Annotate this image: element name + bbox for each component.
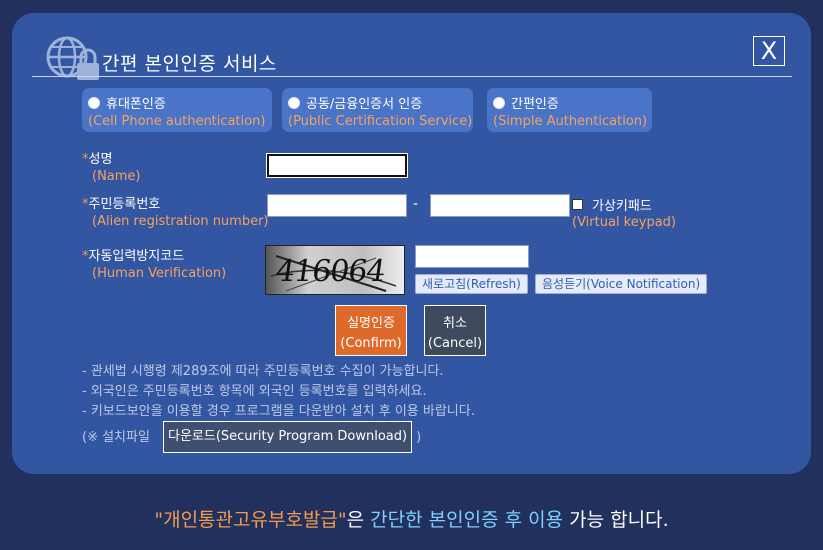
close-button[interactable]: X: [753, 36, 785, 66]
rrn-separator: -: [413, 196, 419, 212]
title-divider: [32, 76, 792, 77]
cancel-sublabel: (Cancel): [427, 336, 483, 351]
captcha-label-text: 자동입력방지코드: [88, 249, 185, 264]
note-item: - 관세법 시행령 제289조에 따라 주민등록번호 수집이 가능합니다.: [82, 364, 444, 379]
globe-lock-icon: [46, 36, 99, 80]
option-sublabel: (Simple Authentication): [493, 114, 648, 129]
rrn-label-text: 주민등록번호: [88, 197, 161, 212]
name-sublabel: (Name): [92, 169, 141, 184]
option-public-certificate[interactable]: 공동/금융인증서 인증 (Public Certification Servic…: [282, 88, 473, 132]
confirm-button[interactable]: 실명인증 (Confirm): [335, 305, 407, 356]
voice-button[interactable]: 음성듣기(Voice Notification): [535, 274, 708, 294]
modal-title: 간편 본인인증 서비스: [102, 53, 277, 75]
name-input[interactable]: [267, 154, 407, 177]
name-label: *성명 (Name): [82, 148, 141, 184]
option-label: 간편인증: [511, 97, 559, 112]
download-prefix: (※ 설치파일: [82, 430, 150, 445]
captcha-input[interactable]: [415, 245, 529, 268]
captcha-text: 416064: [273, 254, 387, 289]
bottom-text-end: 가능 합니다.: [563, 509, 669, 531]
service-name: "개인통관고유부호발급": [154, 509, 347, 531]
option-label: 공동/금융인증서 인증: [306, 97, 423, 112]
bottom-text: 은: [346, 509, 371, 531]
checkbox-icon[interactable]: [572, 199, 583, 210]
rrn-label: *주민등록번호 (Alien registration number): [82, 193, 269, 229]
virtual-keypad-sublabel: (Virtual keypad): [572, 215, 676, 230]
note-item: - 외국인은 주민등록번호 항목에 외국인 등록번호를 입력하세요.: [82, 384, 427, 399]
option-simple-auth[interactable]: 간편인증 (Simple Authentication): [487, 88, 652, 132]
download-suffix: ): [416, 430, 422, 445]
captcha-label: *자동입력방지코드 (Human Verification): [82, 245, 226, 281]
rrn-front-input[interactable]: [267, 194, 407, 217]
bottom-highlight: 간단한 본인인증 후 이용: [370, 509, 564, 531]
option-sublabel: (Public Certification Service): [288, 114, 473, 129]
auth-modal: 간편 본인인증 서비스 X 휴대폰인증 (Cell Phone authenti…: [12, 13, 811, 474]
cancel-button[interactable]: 취소 (Cancel): [424, 305, 486, 356]
radio-icon[interactable]: [88, 96, 100, 109]
captcha-image: 416064: [265, 245, 405, 295]
rrn-back-input[interactable]: [430, 194, 570, 217]
rrn-sublabel: (Alien registration number): [92, 214, 269, 229]
name-label-text: 성명: [88, 152, 113, 167]
virtual-keypad-label[interactable]: 가상키패드: [592, 195, 652, 214]
radio-icon[interactable]: [493, 96, 505, 109]
captcha-sublabel: (Human Verification): [92, 266, 227, 281]
note-item: - 키보드보안을 이용할 경우 프로그램을 다운받아 설치 후 이용 바랍니다.: [82, 404, 475, 419]
refresh-button[interactable]: 새로고침(Refresh): [415, 274, 528, 294]
radio-icon[interactable]: [288, 96, 300, 109]
confirm-label: 실명인증: [347, 316, 395, 331]
option-label: 휴대폰인증: [106, 97, 166, 112]
option-sublabel: (Cell Phone authentication): [88, 114, 266, 129]
bottom-message: "개인통관고유부호발급"은 간단한 본인인증 후 이용 가능 합니다.: [0, 505, 823, 532]
cancel-label: 취소: [443, 316, 467, 331]
download-button[interactable]: 다운로드(Security Program Download): [163, 421, 413, 453]
confirm-sublabel: (Confirm): [340, 336, 402, 351]
option-cell-phone[interactable]: 휴대폰인증 (Cell Phone authentication): [82, 88, 272, 132]
